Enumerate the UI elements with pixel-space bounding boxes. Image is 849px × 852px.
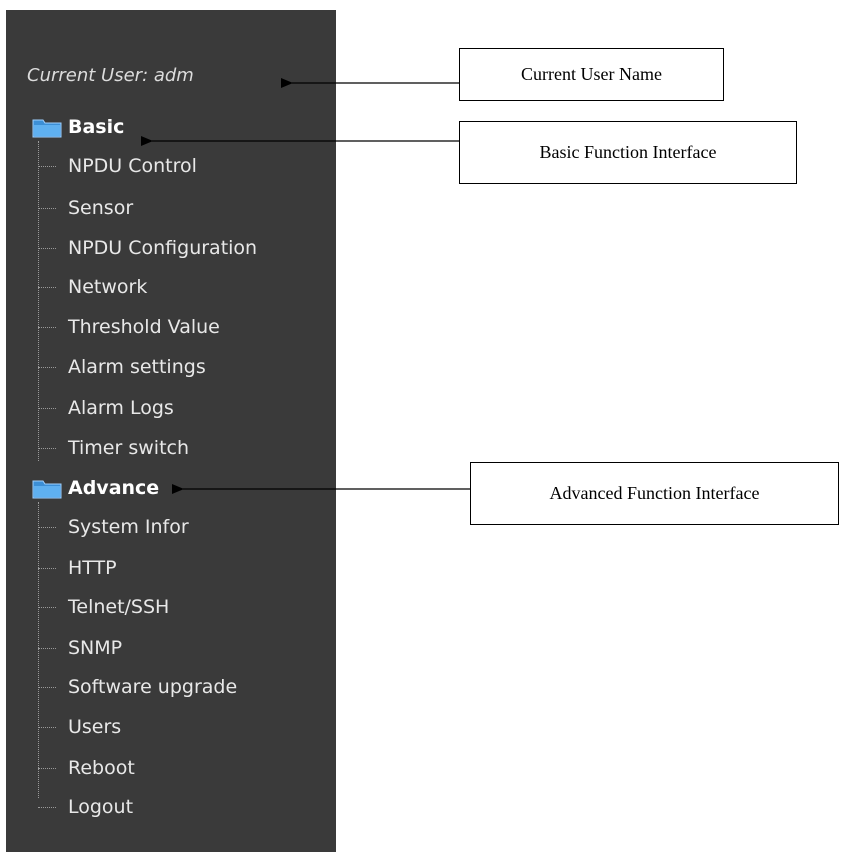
callout-arrows — [141, 78, 470, 494]
